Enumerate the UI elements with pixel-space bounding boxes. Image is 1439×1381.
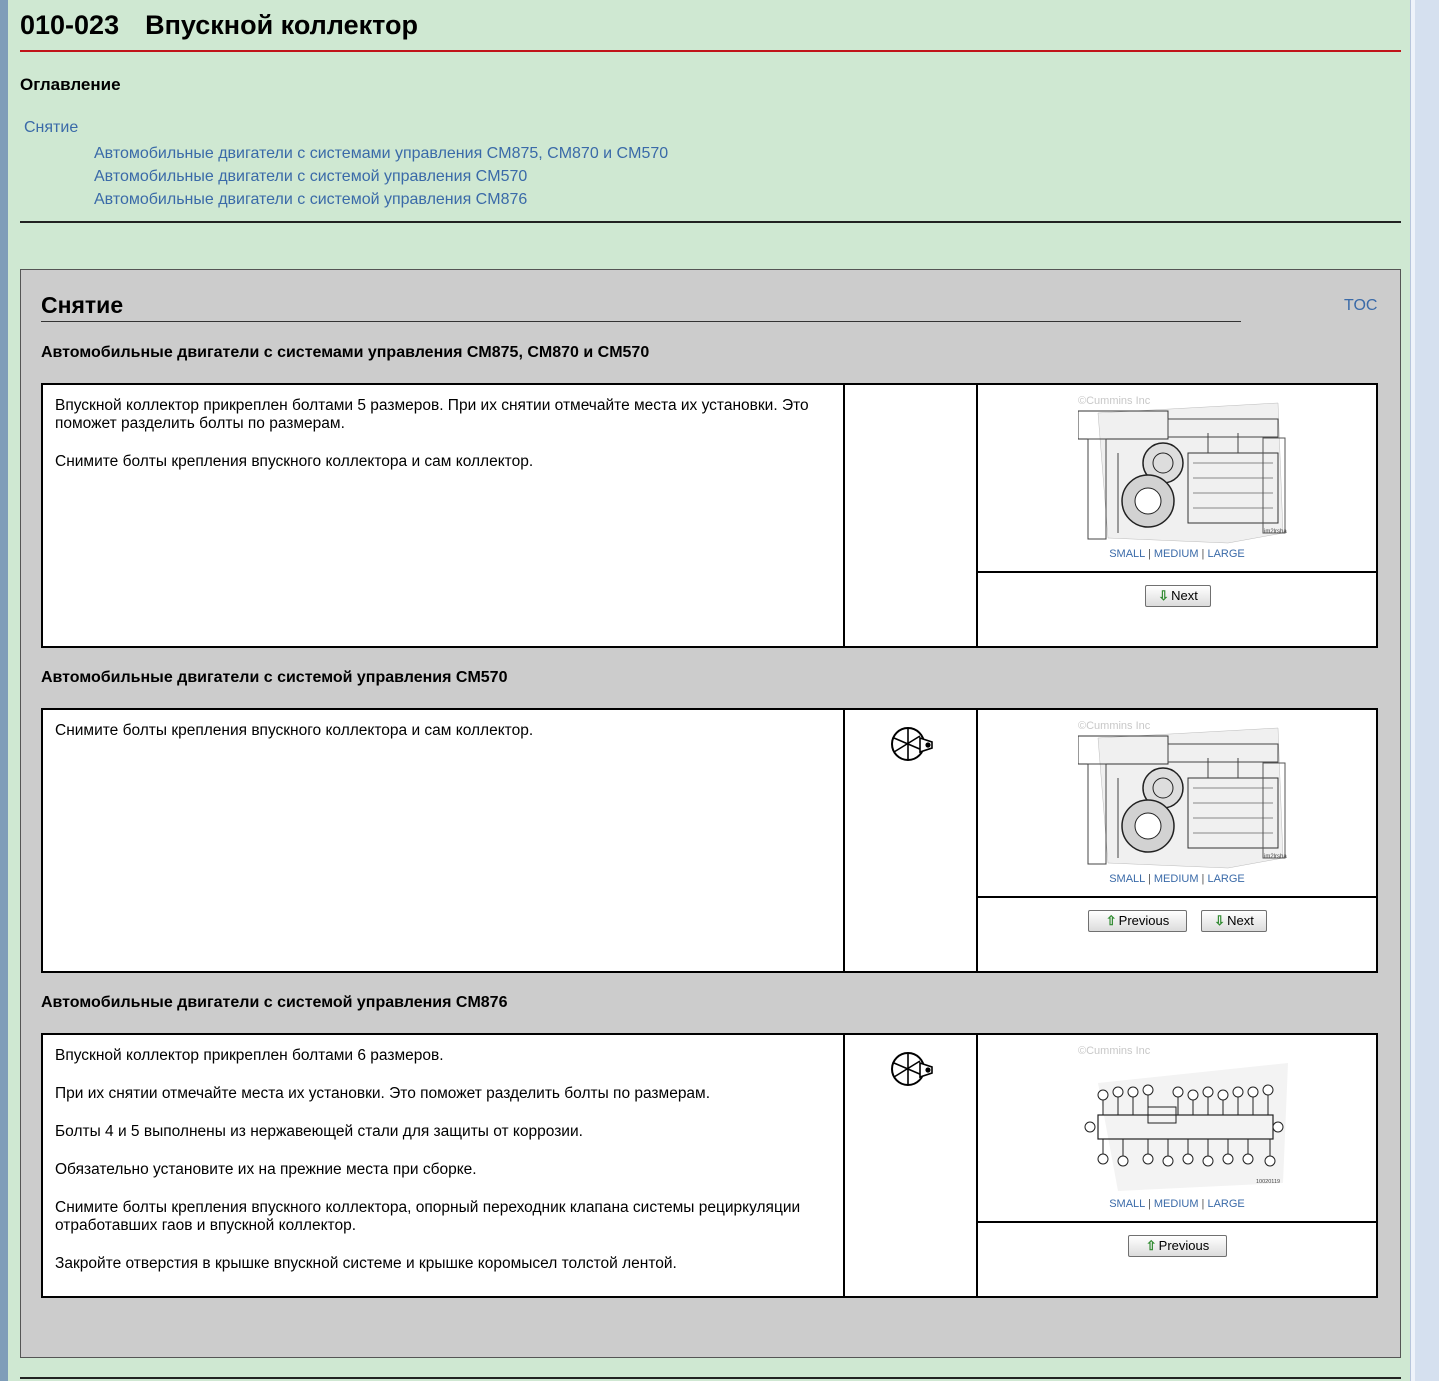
image-copyright: ©Cummins Inc [1078, 720, 1151, 732]
size-large-link[interactable]: LARGE [1207, 1198, 1244, 1210]
step-text-2: Снимите болты крепления впускного коллек… [43, 710, 845, 971]
nav-cell-2: ⇧ Previous ⇩ Next [978, 898, 1376, 973]
size-medium-link[interactable]: MEDIUM [1154, 873, 1199, 885]
next-button[interactable]: ⇩ Next [1201, 910, 1267, 932]
image-copyright: ©Cummins Inc [1078, 1045, 1151, 1057]
step-table-2: Снимите болты крепления впускного коллек… [41, 708, 1378, 973]
engine-illustration[interactable]: im2lrsha [1078, 718, 1290, 870]
step-paragraph: Снимите болты крепления впускного коллек… [55, 1199, 801, 1234]
size-small-link[interactable]: SMALL [1109, 548, 1145, 560]
scrollbar[interactable] [1410, 0, 1439, 1381]
size-medium-link[interactable]: MEDIUM [1154, 548, 1199, 560]
step-image-cell-2: im2lrsha ©Cummins Inc SMALL | MEDIUM | L… [978, 710, 1376, 971]
next-button[interactable]: ⇩ Next [1145, 585, 1211, 607]
size-separator: | [1147, 548, 1151, 560]
nav-cell-3: ⇧ Previous [978, 1223, 1376, 1298]
size-separator: | [1147, 873, 1151, 885]
green-arrow-up-icon: ⇧ [1145, 1238, 1157, 1253]
image-copyright: ©Cummins Inc [1078, 395, 1151, 407]
step-paragraph: Обязательно установите их на прежние мес… [55, 1161, 477, 1178]
toc-heading: Оглавление [20, 75, 121, 94]
toc-link-removal[interactable]: Снятие [24, 119, 78, 137]
step-paragraph: Снимите болты крепления впускного коллек… [55, 453, 534, 470]
step-paragraph: Снимите болты крепления впускного коллек… [55, 722, 534, 739]
engine-illustration[interactable]: im2lrsha [1078, 393, 1290, 545]
step-paragraph: При их снятии отмечайте места их установ… [55, 1085, 711, 1102]
step-paragraph: Впускной коллектор прикреплен болтами 6 … [55, 1047, 444, 1064]
step-paragraph: Болты 4 и 5 выполнены из нержавеющей ста… [55, 1123, 583, 1140]
toc-back-link[interactable]: TOC [1344, 297, 1377, 315]
step-text-1: Впускной коллектор прикреплен болтами 5 … [43, 385, 845, 646]
document-title: Впускной коллектор [145, 10, 418, 40]
step-paragraph: Впускной коллектор прикреплен болтами 5 … [55, 397, 809, 432]
green-arrow-down-icon: ⇩ [1158, 588, 1170, 603]
step-image-cell-3: 10020119 ©Cummins Inc SMALL | MEDIUM | L… [978, 1035, 1376, 1296]
step-icon-cell-2 [845, 710, 978, 971]
window-left-border [0, 0, 8, 1381]
toc-link-item-1[interactable]: Автомобильные двигатели с системами упра… [94, 145, 668, 163]
toc-divider [20, 221, 1401, 223]
size-separator: | [1201, 873, 1205, 885]
toc-link-item-2[interactable]: Автомобильные двигатели с системой управ… [94, 168, 527, 186]
previous-button[interactable]: ⇧ Previous [1088, 910, 1187, 932]
step-paragraph: Закройте отверстия в крышке впускной сис… [55, 1255, 677, 1272]
step-icon-cell-1 [845, 385, 978, 646]
title-divider [20, 50, 1401, 52]
step-icon-cell-3 [845, 1035, 978, 1296]
step-heading-2: Автомобильные двигатели с системой управ… [41, 669, 508, 686]
step-table-3: Впускной коллектор прикреплен болтами 6 … [41, 1033, 1378, 1298]
nav-cell-1: ⇩ Next [978, 573, 1376, 648]
step-heading-1: Автомобильные двигатели с системами упра… [41, 344, 650, 361]
wrench-socket-icon [891, 727, 933, 761]
size-large-link[interactable]: LARGE [1207, 873, 1244, 885]
size-medium-link[interactable]: MEDIUM [1154, 1198, 1199, 1210]
image-size-links: SMALL | MEDIUM | LARGE [978, 1198, 1376, 1210]
image-size-links: SMALL | MEDIUM | LARGE [978, 873, 1376, 885]
size-separator: | [1201, 1198, 1205, 1210]
bottom-divider [20, 1377, 1401, 1379]
section-title: Снятие [41, 292, 124, 318]
page-title: 010-023 Впускной коллектор [20, 10, 418, 41]
size-separator: | [1147, 1198, 1151, 1210]
previous-button[interactable]: ⇧ Previous [1128, 1235, 1227, 1257]
green-arrow-down-icon: ⇩ [1214, 913, 1226, 928]
size-small-link[interactable]: SMALL [1109, 873, 1145, 885]
size-large-link[interactable]: LARGE [1207, 548, 1244, 560]
illustration-code: 10020119 [1256, 1179, 1280, 1185]
green-arrow-up-icon: ⇧ [1105, 913, 1117, 928]
bolt-pattern-diagram[interactable]: 10020119 [1078, 1043, 1290, 1195]
step-table-1: Впускной коллектор прикреплен болтами 5 … [41, 383, 1378, 648]
size-small-link[interactable]: SMALL [1109, 1198, 1145, 1210]
size-separator: | [1201, 548, 1205, 560]
illustration-code: im2lrsha [1264, 854, 1287, 860]
wrench-socket-icon [891, 1052, 933, 1086]
toc-link-item-3[interactable]: Автомобильные двигатели с системой управ… [94, 191, 527, 209]
step-text-3: Впускной коллектор прикреплен болтами 6 … [43, 1035, 845, 1296]
document-code: 010-023 [20, 10, 120, 40]
step-heading-3: Автомобильные двигатели с системой управ… [41, 994, 508, 1011]
section-title-divider [41, 321, 1241, 322]
illustration-code: im2lrsha [1264, 529, 1287, 535]
step-image-cell-1: im2lrsha ©Cummins Inc SMALL | MEDIUM | L… [978, 385, 1376, 646]
image-size-links: SMALL | MEDIUM | LARGE [978, 548, 1376, 560]
